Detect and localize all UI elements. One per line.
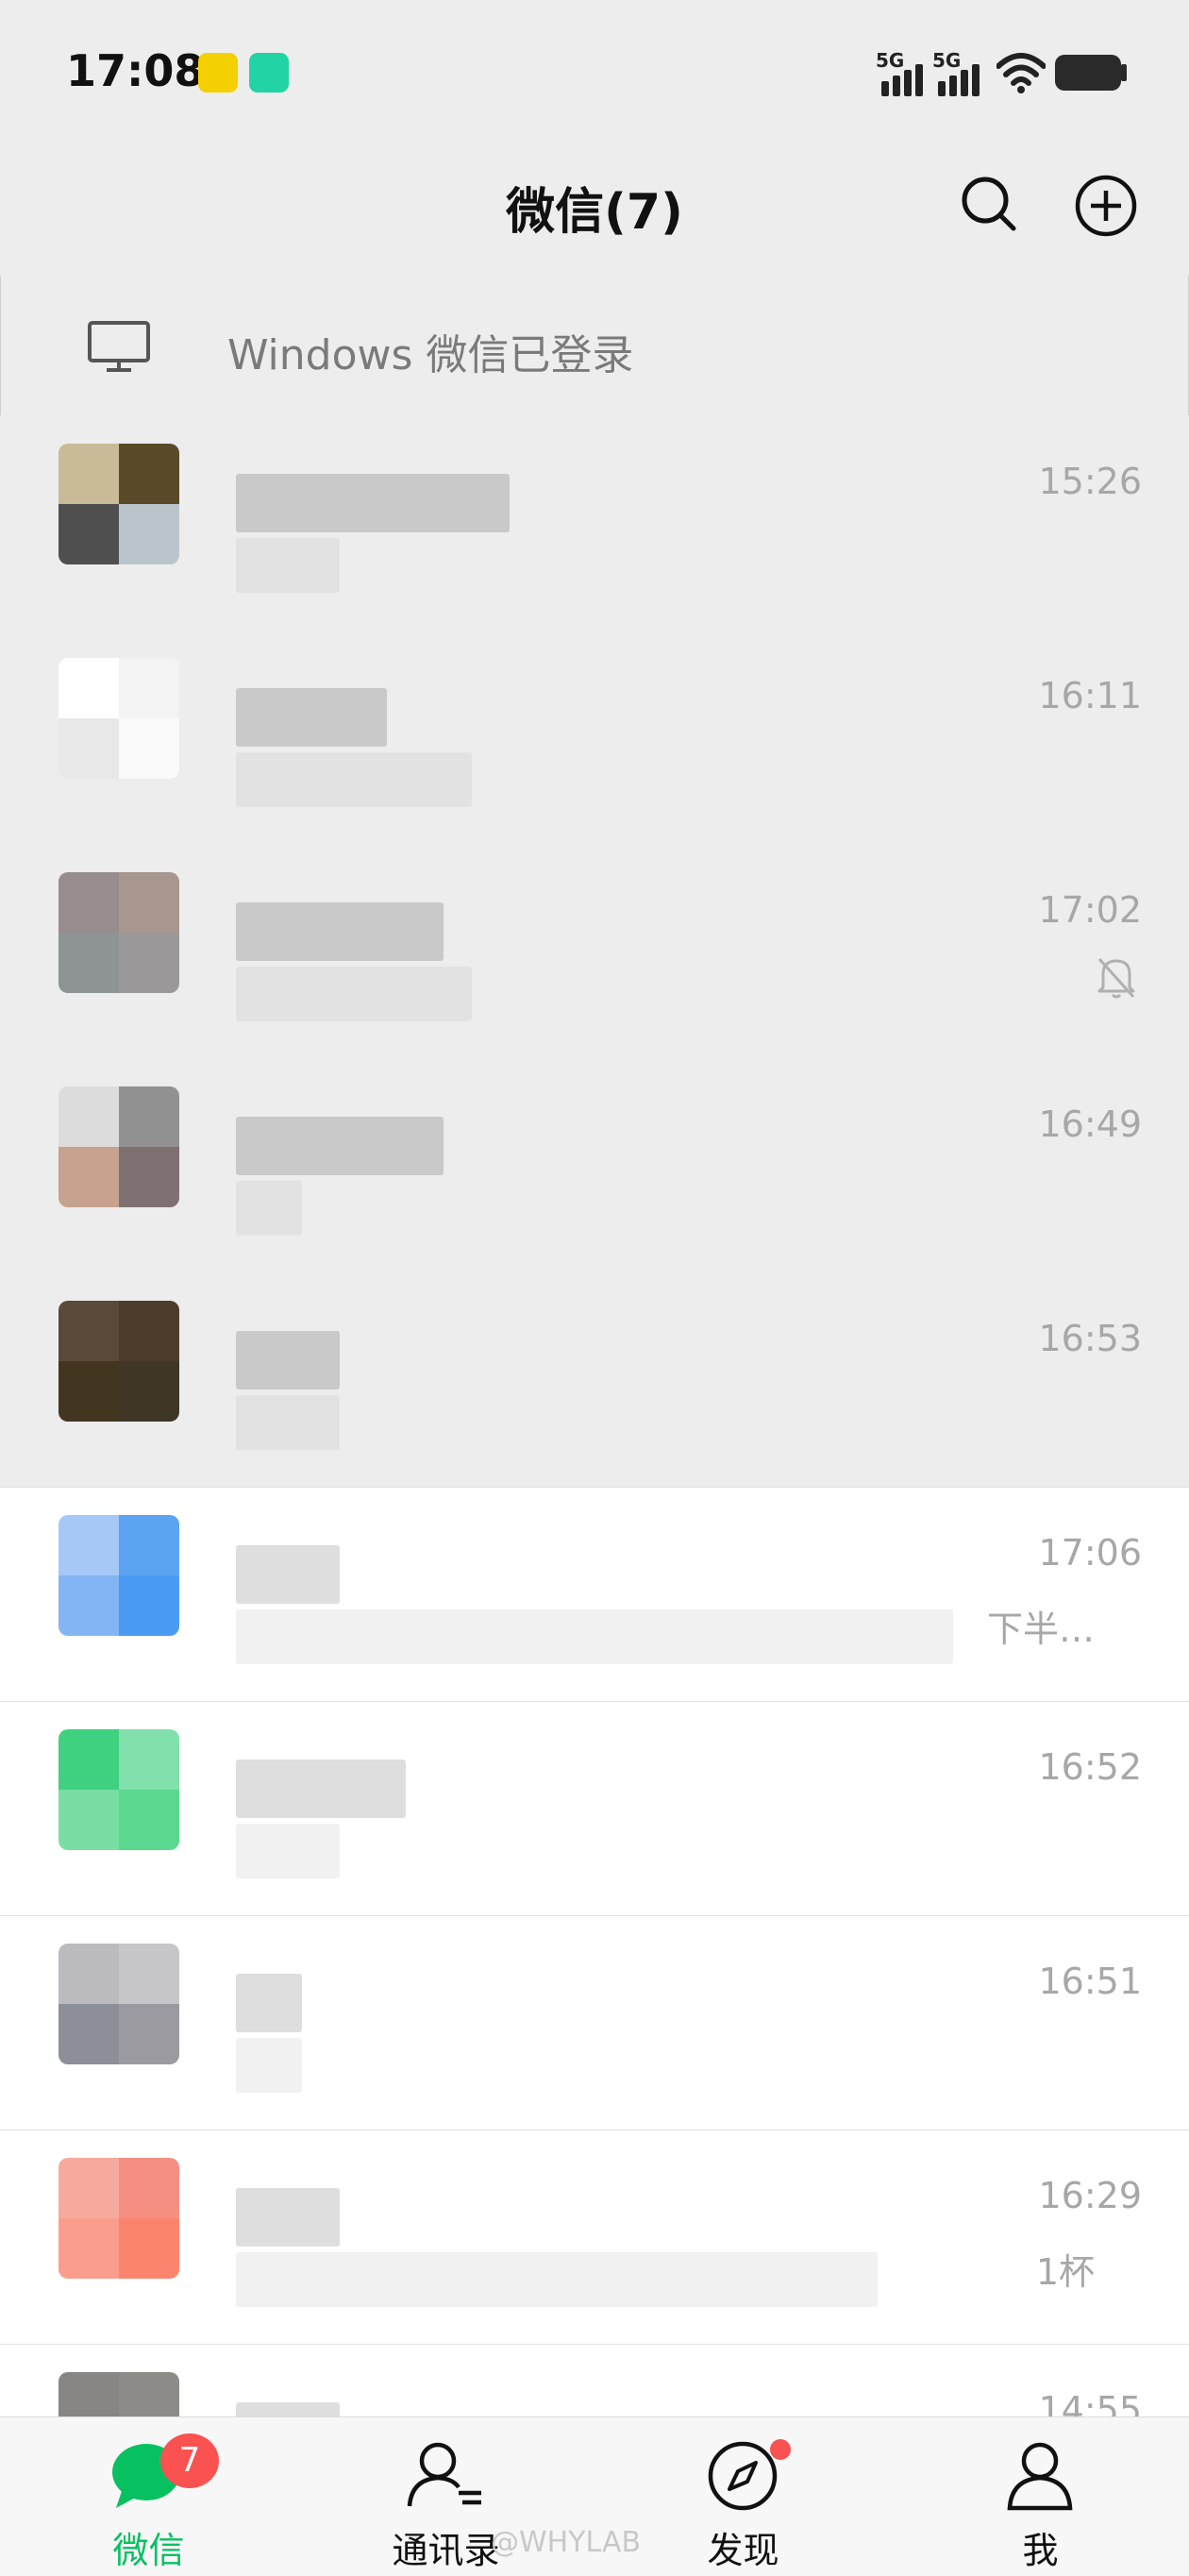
battery-icon: [1055, 55, 1121, 91]
avatar: [59, 658, 179, 779]
tab-label: 微信: [112, 2530, 185, 2571]
tab-label: 我: [1022, 2530, 1059, 2571]
battery-tip: [1121, 64, 1127, 81]
chat-row[interactable]: 16:11: [0, 630, 1189, 845]
chat-preview-obscured: [236, 1181, 302, 1236]
chat-time: 16:49: [1038, 1103, 1142, 1145]
notification-app-icon: [249, 53, 289, 93]
chat-time: 16:11: [1038, 675, 1142, 716]
chat-time: 16:51: [1038, 1961, 1142, 2002]
avatar: [59, 1515, 179, 1636]
chat-row[interactable]: 16:49: [0, 1058, 1189, 1273]
cellular-signal-icon: 5G: [932, 49, 983, 96]
chat-name-obscured: [236, 688, 387, 747]
chat-name-obscured: [236, 1545, 340, 1604]
chat-name-obscured: [236, 1974, 302, 2032]
chat-time: 17:06: [1038, 1532, 1142, 1574]
chat-preview-obscured: [236, 2038, 302, 2093]
chat-preview-obscured: [236, 2252, 878, 2307]
chat-time: 15:26: [1038, 461, 1142, 502]
discover-red-dot: [770, 2439, 791, 2460]
chat-preview-obscured: [236, 752, 472, 807]
chat-preview-obscured: [236, 967, 472, 1021]
chat-name-obscured: [236, 902, 444, 961]
chat-time: 16:52: [1038, 1746, 1142, 1788]
avatar: [59, 1301, 179, 1422]
chat-time: 16:53: [1038, 1318, 1142, 1359]
chat-preview-snippet: 下半…: [986, 1608, 1095, 1650]
unread-badge: 7: [160, 2433, 219, 2488]
watermark: @WHYLAB: [491, 2526, 642, 2559]
chat-name-obscured: [236, 2188, 340, 2247]
chat-preview-obscured: [236, 1824, 340, 1878]
mute-bell-icon: [1097, 957, 1135, 999]
chat-preview-obscured: [236, 1395, 340, 1450]
network-type-label: 5G: [932, 49, 962, 72]
avatar: [59, 1729, 179, 1850]
avatar: [59, 872, 179, 993]
chat-row[interactable]: 16:52: [0, 1701, 1189, 1916]
chat-row[interactable]: 15:26: [0, 415, 1189, 631]
chat-row[interactable]: 16:53: [0, 1272, 1189, 1488]
login-banner-text: Windows 微信已登录: [227, 331, 634, 379]
chat-name-obscured: [236, 1117, 444, 1175]
chat-row[interactable]: 16:29 1杯: [0, 2130, 1189, 2345]
chat-name-obscured: [236, 1331, 340, 1389]
avatar: [59, 444, 179, 564]
chat-time: 17:02: [1038, 889, 1142, 931]
plus-circle-icon[interactable]: [1074, 174, 1138, 238]
cellular-signal-icon: 5G: [876, 49, 927, 96]
search-icon[interactable]: [959, 174, 1019, 234]
network-type-label: 5G: [876, 49, 905, 72]
chat-row[interactable]: 17:06 下半…: [0, 1487, 1189, 1702]
tab-chats[interactable]: 微信: [0, 2417, 297, 2576]
status-time: 17:08: [66, 45, 205, 96]
chat-row[interactable]: 16:51: [0, 1915, 1189, 2130]
chat-preview-obscured: [236, 1609, 953, 1664]
avatar: [59, 1944, 179, 2064]
chat-preview-obscured: [236, 538, 340, 593]
tab-me[interactable]: 我: [892, 2417, 1189, 2576]
wifi-icon: [996, 53, 1046, 93]
status-bar: 17:08 5G 5G: [0, 0, 1189, 142]
top-bar: 微信(7): [0, 142, 1189, 277]
person-icon: [1007, 2442, 1073, 2511]
windows-login-banner[interactable]: Windows 微信已登录: [0, 276, 1189, 416]
monitor-icon: [88, 321, 150, 372]
chat-preview-snippet: 1杯: [1035, 2251, 1095, 2293]
chat-name-obscured: [236, 474, 510, 532]
avatar: [59, 1086, 179, 1207]
chat-row[interactable]: 17:02: [0, 844, 1189, 1059]
contacts-icon: [407, 2442, 481, 2507]
chat-time: 16:29: [1038, 2175, 1142, 2216]
notification-app-icon: [198, 53, 238, 93]
avatar: [59, 2158, 179, 2279]
chat-name-obscured: [236, 1759, 406, 1818]
